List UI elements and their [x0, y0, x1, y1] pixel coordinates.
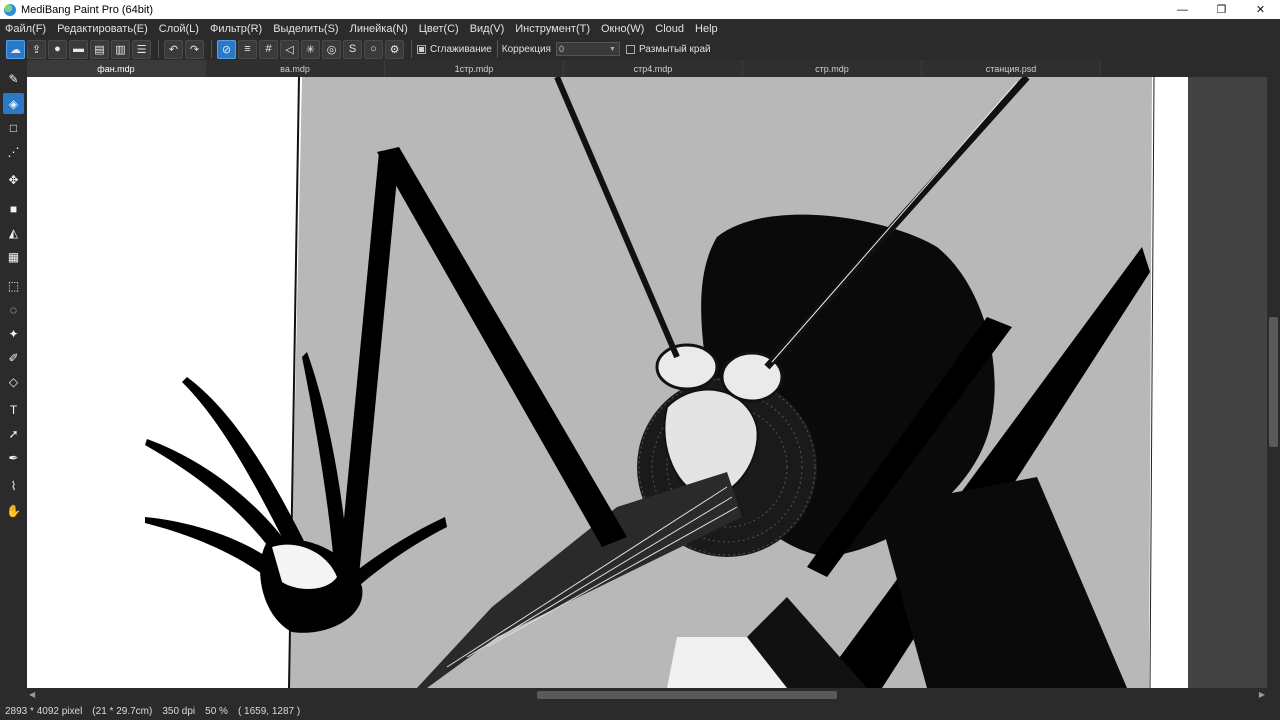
- blur-edge-checkbox[interactable]: [625, 44, 635, 54]
- menu-tool[interactable]: Инструмент(T): [515, 23, 590, 35]
- menu-filter[interactable]: Фильтр(R): [210, 23, 262, 35]
- drawing-canvas[interactable]: [27, 77, 1188, 688]
- curve-snap-icon[interactable]: S: [343, 39, 362, 59]
- mosquito-illustration: [145, 77, 1155, 688]
- menu-select[interactable]: Выделить(S): [273, 23, 338, 35]
- scroll-left-icon[interactable]: ◀: [29, 690, 35, 699]
- vertical-scroll-thumb[interactable]: [1269, 317, 1278, 447]
- tab-va[interactable]: ва.mdp: [206, 60, 385, 77]
- radial-snap-icon[interactable]: ✳: [301, 39, 320, 59]
- gradient-icon[interactable]: ▦: [3, 246, 24, 267]
- fill-rect-icon[interactable]: ■: [3, 198, 24, 219]
- horizontal-scrollbar[interactable]: ◀ ▶: [27, 688, 1267, 702]
- move-icon[interactable]: ✥: [3, 169, 24, 190]
- canvas-size: 2893 * 4092 pixel: [5, 705, 83, 717]
- cursor-position: ( 1659, 1287 ): [237, 705, 301, 717]
- settings-gear-icon[interactable]: ⚙: [385, 39, 404, 59]
- hand-icon[interactable]: ✋: [3, 500, 24, 521]
- brush-icon[interactable]: ✎: [3, 68, 24, 89]
- select-eraser-icon[interactable]: ◇: [3, 371, 24, 392]
- dot-icon[interactable]: ⋰: [3, 141, 24, 162]
- toolbar-divider: [158, 40, 159, 58]
- menu-file[interactable]: Файл(F): [5, 23, 46, 35]
- correction-label: Коррекция: [501, 43, 551, 55]
- canvas-physical-size: (21 * 29.7cm): [92, 705, 153, 717]
- bucket-icon[interactable]: ◭: [3, 222, 24, 243]
- close-button[interactable]: ✕: [1241, 0, 1280, 19]
- dropper-icon[interactable]: ⌇: [3, 475, 24, 496]
- restore-button[interactable]: ❐: [1202, 0, 1241, 19]
- speech-bubble-icon[interactable]: ●: [48, 39, 67, 59]
- window-title: MediBang Paint Pro (64bit): [21, 3, 154, 16]
- menu-cloud[interactable]: Cloud: [655, 23, 684, 35]
- minimize-button[interactable]: —: [1163, 0, 1202, 19]
- tool-palette: ✎ ◈ □ ⋰ ✥ ■ ◭ ▦ ⬚ ◌ ✦ ✐ ◇ T ➚ ✒ ⌇ ✋: [0, 60, 27, 700]
- export-icon[interactable]: ⇪: [27, 39, 46, 59]
- rectangle-icon[interactable]: □: [3, 117, 24, 138]
- blur-edge-label: Размытый край: [638, 43, 711, 55]
- app-logo-icon: [4, 3, 16, 16]
- tab-stanciya[interactable]: станция.psd: [922, 60, 1101, 77]
- menu-help[interactable]: Help: [695, 23, 718, 35]
- eraser-icon[interactable]: ◈: [3, 93, 24, 114]
- panel-icon[interactable]: ▥: [111, 39, 130, 59]
- page-icon[interactable]: ▤: [90, 39, 109, 59]
- toolbar-divider: [411, 40, 412, 58]
- vertical-scrollbar[interactable]: [1267, 77, 1280, 688]
- correction-value: 0: [558, 44, 564, 54]
- antialias-label: Сглаживание: [430, 43, 492, 55]
- document-tabs: фан.mdp ва.mdp 1стр.mdp стр4.mdp стр.mdp…: [27, 60, 1280, 77]
- zoom-level: 50 %: [205, 705, 228, 717]
- menu-layer[interactable]: Слой(L): [159, 23, 199, 35]
- horizontal-scroll-thumb[interactable]: [537, 691, 837, 699]
- toolbar-divider: [211, 40, 212, 58]
- title-bar: MediBang Paint Pro (64bit) — ❐ ✕: [0, 0, 1280, 19]
- concentric-snap-icon[interactable]: ◎: [322, 39, 341, 59]
- text-icon[interactable]: T: [3, 399, 24, 420]
- lasso-icon[interactable]: ◌: [3, 299, 24, 320]
- snap-off-icon[interactable]: ⊘: [217, 39, 236, 59]
- menu-edit[interactable]: Редактировать(E): [57, 23, 148, 35]
- eyedropper-icon[interactable]: ✒: [3, 447, 24, 468]
- menu-ruler[interactable]: Линейка(N): [350, 23, 408, 35]
- checklist-icon[interactable]: ☰: [132, 39, 151, 59]
- window-controls: — ❐ ✕: [1163, 0, 1280, 19]
- status-bar: 2893 * 4092 pixel (21 * 29.7cm) 350 dpi …: [0, 702, 1280, 720]
- toolbar-divider: [496, 40, 498, 58]
- select-pen-icon[interactable]: ✐: [3, 347, 24, 368]
- menu-view[interactable]: Вид(V): [470, 23, 505, 35]
- comment-icon[interactable]: ▬: [69, 39, 88, 59]
- toolbar: ☁ ⇪ ● ▬ ▤ ▥ ☰ ↶ ↷ ⊘ ≡ # ◁ ✳ ◎ S ○ ⚙ Сгла…: [0, 38, 1280, 60]
- vanishing-snap-icon[interactable]: ◁: [280, 39, 299, 59]
- canvas-dpi: 350 dpi: [162, 705, 196, 717]
- redo-icon[interactable]: ↷: [185, 39, 204, 59]
- cloud-icon[interactable]: ☁: [6, 39, 25, 59]
- select-rect-icon[interactable]: ⬚: [3, 275, 24, 296]
- tab-str4[interactable]: стр4.mdp: [564, 60, 743, 77]
- circle-snap-icon[interactable]: ○: [364, 39, 383, 59]
- undo-icon[interactable]: ↶: [164, 39, 183, 59]
- chevron-down-icon: ▼: [609, 45, 616, 53]
- menu-window[interactable]: Окно(W): [601, 23, 644, 35]
- scroll-right-icon[interactable]: ▶: [1259, 690, 1265, 699]
- parallel-snap-icon[interactable]: ≡: [238, 39, 257, 59]
- grid-snap-icon[interactable]: #: [259, 39, 278, 59]
- tab-1str[interactable]: 1стр.mdp: [385, 60, 564, 77]
- correction-select[interactable]: 0 ▼: [555, 42, 620, 56]
- antialias-checkbox[interactable]: [417, 44, 426, 54]
- operation-icon[interactable]: ➚: [3, 423, 24, 444]
- tab-fan[interactable]: фан.mdp: [27, 60, 206, 77]
- magic-wand-icon[interactable]: ✦: [3, 323, 24, 344]
- menu-color[interactable]: Цвет(C): [419, 23, 459, 35]
- canvas-area[interactable]: [27, 77, 1267, 688]
- tab-str[interactable]: стр.mdp: [743, 60, 922, 77]
- menu-bar: Файл(F) Редактировать(E) Слой(L) Фильтр(…: [0, 19, 1280, 38]
